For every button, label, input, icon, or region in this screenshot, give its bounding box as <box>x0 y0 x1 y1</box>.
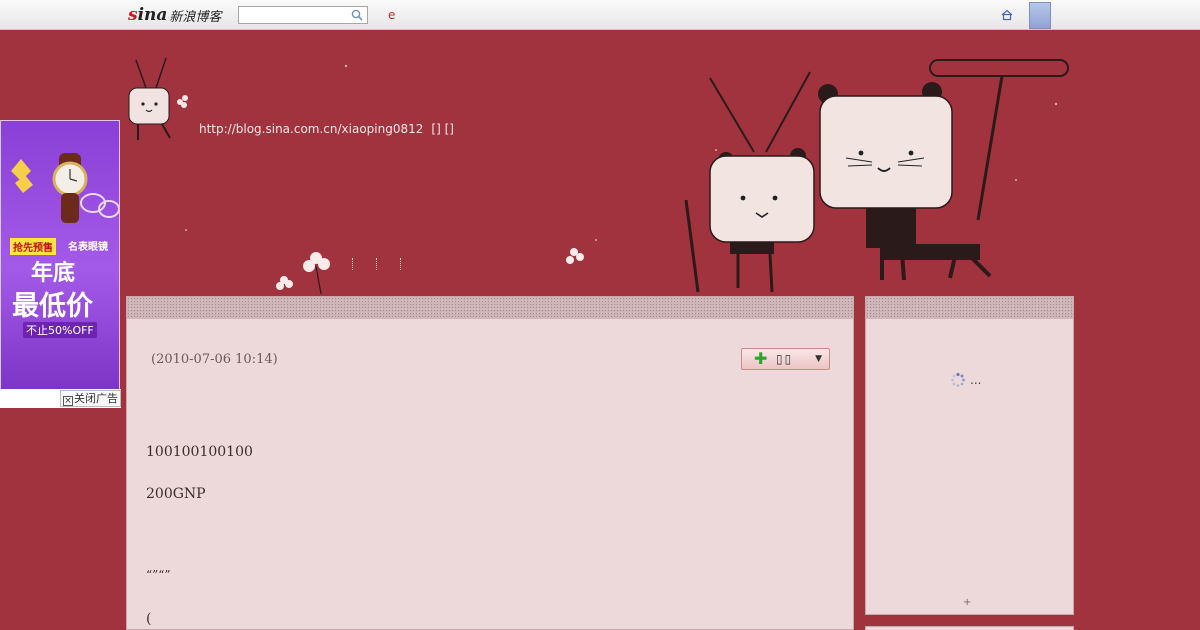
large-tv-character <box>818 59 1069 281</box>
sidebar-plus[interactable]: + <box>963 597 971 608</box>
sidebar-panel: ... + <box>865 296 1074 615</box>
ad-headline-2: 最低价 <box>12 291 93 322</box>
ad-badge-presale: 抢先预售 <box>10 238 56 255</box>
home-icon[interactable] <box>1000 8 1014 22</box>
side-advertisement[interactable]: 抢先预售 名表眼镜 年底 最低价 不止50%OFF <box>0 120 120 390</box>
blog-url-line: http://blog.sina.com.cn/xiaoping0812 [] [… <box>199 122 454 136</box>
article-paragraph: ( <box>146 611 152 627</box>
search-input[interactable] <box>239 11 345 27</box>
sidebar-header-texture <box>866 297 1073 319</box>
collect-label: ▯▯ <box>776 352 794 366</box>
blog-header-banner <box>126 30 1074 296</box>
article-paragraph: “”“” <box>146 568 171 582</box>
triangle-down-icon[interactable]: ▼ <box>815 354 822 364</box>
ad-badge-category: 名表眼镜 <box>68 242 108 253</box>
logo-text: ssinaina <box>128 5 168 25</box>
logo-suffix: 新浪博客 <box>169 9 222 25</box>
banner-nav-separators <box>352 258 402 270</box>
e-link[interactable]: e <box>388 8 395 22</box>
close-ad-label: 关闭广告 <box>74 392 118 405</box>
search-box <box>238 6 368 27</box>
collect-button[interactable]: ✚ ▯▯ ▼ <box>741 348 830 370</box>
close-ad-button[interactable]: × 关闭广告 <box>60 390 121 407</box>
loading-text: ... <box>970 373 982 387</box>
sina-blog-logo[interactable]: ssinaina 新浪博客 <box>128 4 221 26</box>
ad-discount: 不止50%OFF <box>23 322 97 338</box>
blog-url[interactable]: http://blog.sina.com.cn/xiaoping0812 <box>199 122 423 136</box>
small-tv-character <box>128 57 188 140</box>
top-toolbar: ssinaina 新浪博客 e <box>0 0 1200 30</box>
article-paragraph: 200GNP <box>146 486 206 502</box>
article-panel: (2010-07-06 10:14) ✚ ▯▯ ▼ 100100100100 2… <box>126 296 854 630</box>
article-date: (2010-07-06 10:14) <box>151 352 278 367</box>
sidebar-panel-2 <box>865 626 1074 630</box>
medium-tv-character <box>684 71 815 293</box>
ad-close-bar: × 关闭广告 <box>0 389 121 408</box>
plus-icon: ✚ <box>754 349 768 368</box>
close-box-icon: × <box>63 396 73 406</box>
ad-headline-1: 年底 <box>31 261 76 286</box>
banner-links[interactable]: [] [] <box>431 122 454 136</box>
watch-glasses-icon <box>11 153 119 223</box>
spinner-icon <box>951 372 965 387</box>
banner-illustration <box>128 57 1069 295</box>
sidebar-loading: ... <box>950 372 981 388</box>
user-avatar-button[interactable] <box>1029 2 1051 29</box>
article-paragraph: 100100100100 <box>146 444 253 460</box>
article-panel-header-texture <box>127 297 853 319</box>
search-icon[interactable] <box>351 9 363 21</box>
